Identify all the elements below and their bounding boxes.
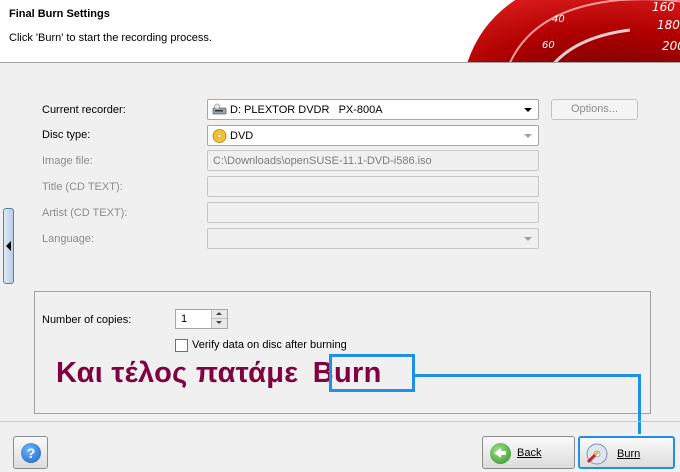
chevron-left-icon — [6, 241, 11, 251]
page-subtitle: Click 'Burn' to start the recording proc… — [9, 32, 212, 44]
burn-label: Burn — [617, 448, 641, 460]
help-button[interactable]: ? — [13, 436, 48, 469]
verify-label[interactable]: Verify data on disc after burning — [192, 339, 347, 351]
burn-disc-icon — [586, 443, 608, 465]
language-label: Language: — [42, 233, 94, 245]
chevron-down-icon — [524, 134, 532, 138]
artist-label: Artist (CD TEXT): — [42, 207, 128, 219]
side-panel-toggle[interactable] — [3, 208, 14, 284]
stepper-down-button[interactable] — [212, 319, 227, 328]
disc-type-label: Disc type: — [42, 129, 91, 141]
footer-divider — [0, 421, 680, 422]
gauge-number: 180 — [657, 18, 680, 32]
recorder-select[interactable]: D: PLEXTOR DVDR PX-800A — [207, 99, 539, 120]
artist-field[interactable] — [207, 202, 539, 223]
image-file-field[interactable]: C:\Downloads\openSUSE-11.1-DVD-i586.iso — [207, 150, 539, 171]
disc-icon — [212, 129, 227, 143]
annotation-highlight-box — [329, 354, 415, 392]
image-file-value: C:\Downloads\openSUSE-11.1-DVD-i586.iso — [213, 155, 432, 167]
burn-button[interactable]: Burn — [578, 436, 675, 469]
gauge-number: 200 — [662, 39, 680, 53]
copies-stepper[interactable]: 1 — [175, 309, 228, 329]
recorder-label: Current recorder: — [42, 104, 126, 116]
disc-type-select[interactable]: DVD — [207, 125, 539, 146]
stepper-buttons — [211, 310, 227, 328]
chevron-down-icon — [524, 237, 532, 241]
page-title: Final Burn Settings — [9, 8, 110, 20]
stepper-up-button[interactable] — [212, 310, 227, 319]
gauge-number: 160 — [652, 0, 675, 14]
help-icon: ? — [21, 443, 41, 463]
image-file-label: Image file: — [42, 155, 93, 167]
options-button[interactable]: Options... — [551, 99, 638, 120]
wizard-header: Final Burn Settings Click 'Burn' to star… — [0, 0, 680, 63]
gauge-number: 40 — [552, 14, 565, 25]
copies-value: 1 — [181, 313, 188, 325]
copies-label: Number of copies: — [42, 314, 132, 326]
language-select[interactable] — [207, 228, 539, 249]
annotation-connector — [414, 374, 641, 377]
title-label: Title (CD TEXT): — [42, 181, 123, 193]
annotation-connector — [638, 374, 641, 434]
speedometer-graphic: 160 180 200 40 60 — [467, 0, 680, 62]
disc-type-value: DVD — [230, 130, 254, 142]
burn-options-group — [34, 291, 651, 414]
chevron-down-icon — [524, 108, 532, 112]
back-arrow-icon — [490, 443, 511, 464]
verify-checkbox[interactable] — [175, 339, 188, 352]
gauge-number: 60 — [542, 40, 555, 51]
back-label: Back — [517, 447, 542, 459]
recorder-value: D: PLEXTOR DVDR PX-800A — [230, 104, 383, 116]
drive-icon — [212, 103, 227, 115]
back-button[interactable]: Back — [482, 436, 575, 469]
annotation-caption: Και τέλος πατάμε — [56, 357, 299, 389]
title-field[interactable] — [207, 176, 539, 197]
